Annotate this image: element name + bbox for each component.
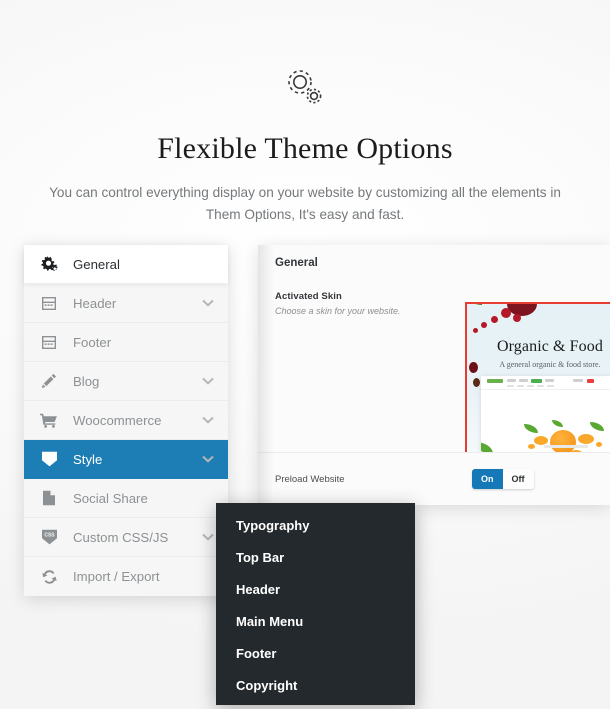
style-submenu-dropdown: Typography Top Bar Header Main Menu Foot… — [216, 503, 415, 705]
sidebar-item-general[interactable]: General — [24, 245, 228, 284]
pencil-icon — [38, 371, 60, 391]
mockup-nav-item — [531, 379, 542, 383]
mockup-subnav-item — [547, 385, 554, 387]
sidebar-item-label: Woocommerce — [73, 412, 162, 428]
page-icon — [38, 488, 60, 508]
berries-decoration — [467, 304, 557, 342]
menu-item-typography[interactable]: Typography — [216, 509, 415, 541]
css-icon: CSS — [38, 527, 60, 547]
chevron-down-icon[interactable] — [202, 533, 214, 541]
sidebar-item-import-export[interactable]: Import / Export — [24, 557, 228, 596]
menu-item-header[interactable]: Header — [216, 573, 415, 605]
skin-title: Organic & Food — [497, 338, 603, 355]
mockup-nav-item — [587, 379, 594, 383]
toggle-on-option[interactable]: On — [472, 469, 503, 489]
css-icon: CSS — [38, 449, 60, 469]
chevron-down-icon[interactable] — [202, 299, 214, 307]
preload-label: Preload Website — [275, 473, 345, 485]
orange-splash-illustration — [524, 420, 604, 452]
hero-section: Flexible Theme Options You can control e… — [0, 0, 610, 226]
activated-skin-field: Activated Skin Choose a skin for your we… — [258, 269, 610, 478]
options-content-panel: General Activated Skin Choose a skin for… — [258, 245, 610, 505]
gears-icon — [38, 254, 60, 274]
chevron-down-icon[interactable] — [202, 416, 214, 424]
mockup-nav-item — [507, 379, 516, 382]
sidebar-item-label: Style — [73, 451, 103, 467]
toggle-off-option[interactable]: Off — [502, 469, 534, 489]
sidebar-item-label: Import / Export — [73, 569, 160, 584]
skin-tagline: A general organic & food store. — [499, 360, 601, 369]
refresh-icon — [38, 567, 60, 587]
sidebar-item-social-share[interactable]: Social Share — [24, 479, 228, 518]
layout-icon — [38, 332, 60, 352]
mockup-nav-item — [545, 379, 554, 382]
sidebar-item-label: Social Share — [73, 490, 148, 506]
sidebar-item-woocommerce[interactable]: Woocommerce — [24, 401, 228, 440]
mockup-subnav-item — [517, 385, 524, 387]
skin-thumbnail[interactable]: HOT Organic & Food A general organic & f… — [465, 302, 610, 454]
sidebar-item-style[interactable]: CSS Style — [24, 440, 228, 479]
sidebar-item-label: Blog — [73, 373, 100, 389]
sidebar-item-label: Custom CSS/JS — [73, 529, 169, 545]
svg-text:CSS: CSS — [44, 532, 55, 538]
sidebar-item-header[interactable]: Header — [24, 284, 228, 323]
skin-preview-mockup — [481, 376, 610, 452]
page-title: Flexible Theme Options — [157, 132, 453, 165]
sidebar-item-label: Header — [73, 295, 117, 311]
mockup-subnav-item — [507, 385, 514, 387]
chevron-down-icon[interactable] — [202, 377, 214, 385]
mockup-logo — [487, 379, 503, 383]
svg-text:CSS: CSS — [44, 454, 55, 460]
sidebar-item-label: General — [73, 256, 120, 272]
mockup-navbar — [481, 376, 610, 390]
sidebar-item-custom-css-js[interactable]: CSS Custom CSS/JS — [24, 518, 228, 557]
gears-icon — [0, 62, 610, 114]
options-sidebar: General Header Footer Blog Woocommerce C… — [24, 245, 228, 596]
menu-item-copyright[interactable]: Copyright — [216, 669, 415, 701]
mockup-subnav-item — [537, 385, 544, 387]
berry-decoration — [473, 378, 480, 387]
layout-icon — [38, 293, 60, 313]
sidebar-item-label: Footer — [73, 334, 112, 350]
page-subtitle: You can control everything display on yo… — [49, 185, 561, 222]
menu-item-main-menu[interactable]: Main Menu — [216, 605, 415, 637]
menu-item-top-bar[interactable]: Top Bar — [216, 541, 415, 573]
content-heading: General — [275, 257, 318, 269]
cart-icon — [38, 410, 60, 430]
mockup-subnav-item — [527, 385, 534, 387]
preload-website-row: Preload Website On Off — [258, 452, 610, 505]
mockup-nav-item — [519, 379, 528, 382]
chevron-down-icon[interactable] — [202, 455, 214, 463]
mockup-nav-item — [573, 379, 583, 382]
sidebar-item-blog[interactable]: Blog — [24, 362, 228, 401]
menu-item-footer[interactable]: Footer — [216, 637, 415, 669]
mockup-footer-bar — [544, 445, 588, 448]
field-label: Activated Skin — [275, 291, 342, 302]
preload-toggle[interactable]: On Off — [472, 469, 534, 489]
sidebar-item-footer[interactable]: Footer — [24, 323, 228, 362]
